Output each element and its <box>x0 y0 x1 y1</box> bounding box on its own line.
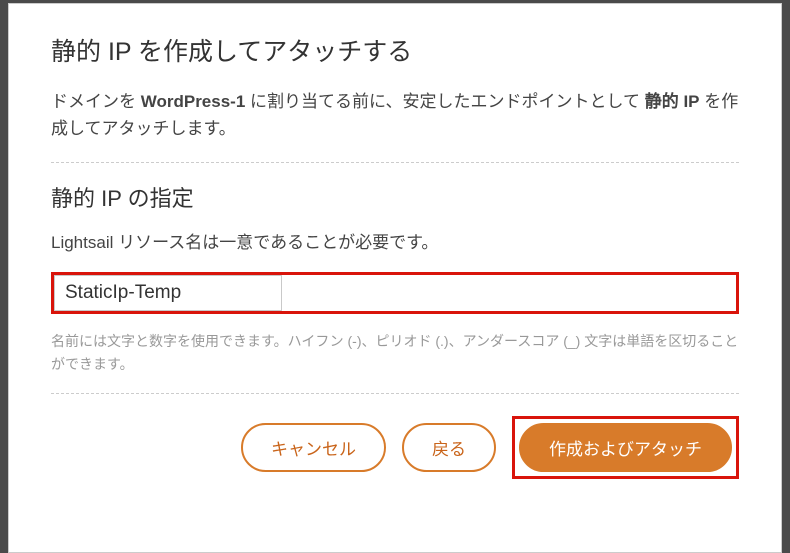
static-ip-name-input[interactable] <box>54 275 282 311</box>
desc-text-1: ドメインを <box>51 92 141 111</box>
section-title: 静的 IP の指定 <box>51 181 739 213</box>
create-and-attach-button[interactable]: 作成およびアタッチ <box>519 423 732 472</box>
desc-static-ip: 静的 IP <box>645 92 700 111</box>
divider-2 <box>51 393 739 394</box>
cancel-button[interactable]: キャンセル <box>241 423 386 472</box>
desc-text-2: に割り当てる前に、安定したエンドポイントとして <box>245 92 644 111</box>
divider-1 <box>51 162 739 163</box>
static-ip-modal: 静的 IP を作成してアタッチする ドメインを WordPress-1 に割り当… <box>8 3 782 553</box>
input-hint: 名前には文字と数字を使用できます。ハイフン (-)、ピリオド (.)、アンダース… <box>51 330 739 375</box>
modal-description: ドメインを WordPress-1 に割り当てる前に、安定したエンドポイントとし… <box>51 88 739 142</box>
desc-instance-name: WordPress-1 <box>141 92 246 111</box>
back-button[interactable]: 戻る <box>402 423 496 472</box>
create-button-highlight-box: 作成およびアタッチ <box>512 416 739 479</box>
field-label: Lightsail リソース名は一意であることが必要です。 <box>51 229 481 258</box>
modal-title: 静的 IP を作成してアタッチする <box>51 32 739 68</box>
modal-footer: キャンセル 戻る 作成およびアタッチ <box>51 412 739 479</box>
input-highlight-box <box>51 272 739 314</box>
